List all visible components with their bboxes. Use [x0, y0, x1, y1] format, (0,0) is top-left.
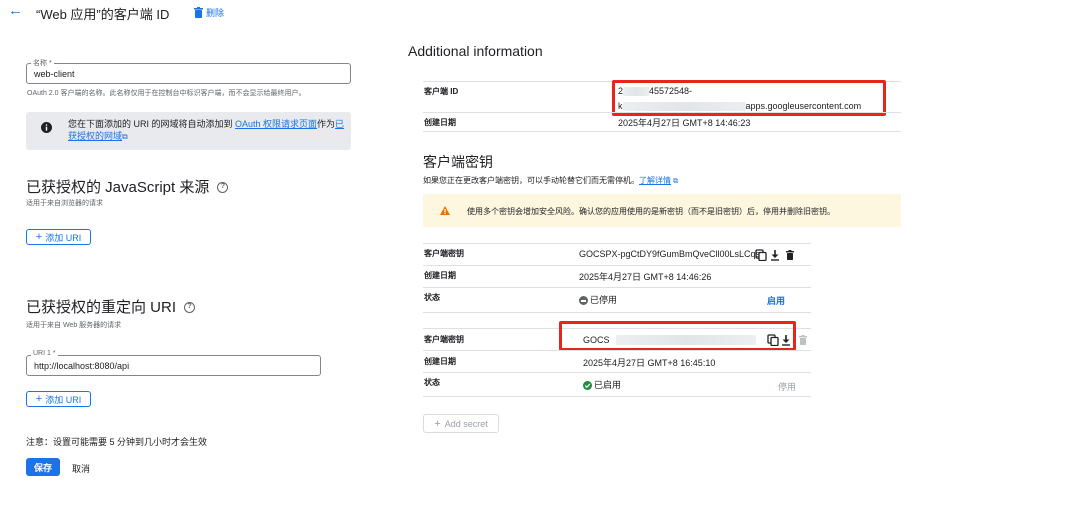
- info-text-part: 您在下面添加的 URI 的网域将自动添加到: [68, 119, 236, 129]
- divider: [423, 265, 811, 266]
- divider: [423, 131, 901, 132]
- note-text: 注意：设置可能需要 5 分钟到几小时才会生效: [26, 437, 208, 447]
- info-text: 您在下面添加的 URI 的网域将自动添加到 OAuth 权限请求页面作为已 获授…: [68, 118, 346, 143]
- help-icon[interactable]: ?: [217, 182, 229, 194]
- add-secret-label: Add secret: [444, 418, 488, 429]
- secret-key: 客户端密钥: [424, 335, 464, 344]
- divider: [423, 350, 811, 351]
- secret-key: 客户端密钥: [424, 249, 464, 258]
- help-icon[interactable]: ?: [184, 302, 196, 314]
- external-link-icon: ⧉: [673, 178, 678, 185]
- created-value: 2025年4月27日 GMT+8 14:46:26: [579, 272, 712, 282]
- redirect-title: 已获授权的重定向 URI: [26, 299, 177, 316]
- delete-button[interactable]: 删除: [194, 4, 224, 20]
- name-field[interactable]: web-client: [26, 63, 351, 84]
- plus-icon: +: [35, 231, 43, 243]
- divider: [423, 112, 901, 113]
- redirect-heading: 已获授权的重定向 URI?: [26, 296, 196, 317]
- plus-icon: +: [35, 393, 43, 405]
- secret-value: GOCSPX-pgCtDY9fGumBmQveCll00LsLCqs: [579, 249, 761, 259]
- created-key: 创建日期: [424, 357, 456, 366]
- created-key: 创建日期: [424, 118, 456, 127]
- plus-icon: +: [434, 417, 441, 430]
- highlight-box: [612, 80, 886, 116]
- add-redirect-uri-button[interactable]: + 添加 URI: [26, 391, 91, 407]
- page-title: “Web 应用”的客户端 ID: [36, 7, 170, 22]
- external-link-icon: ⧉: [122, 132, 128, 141]
- status-key: 状态: [424, 378, 440, 387]
- top-bar: ← “Web 应用”的客户端 ID 删除: [0, 0, 1080, 26]
- name-label: 名称 *: [31, 58, 54, 68]
- authorized-domains-link-a[interactable]: 已: [335, 119, 344, 129]
- download-icon[interactable]: [769, 249, 781, 261]
- add-js-origin-button[interactable]: + 添加 URI: [26, 229, 91, 245]
- warning-icon: [440, 206, 450, 215]
- secrets-title: 客户端密钥: [423, 154, 493, 170]
- trash-icon: [194, 6, 203, 18]
- js-origins-heading: 已获授权的 JavaScript 来源?: [26, 176, 229, 197]
- add-secret-button[interactable]: + Add secret: [423, 414, 499, 433]
- status-badge: 已启用: [583, 378, 621, 391]
- js-origins-hint: 适用于来自浏览器的请求: [26, 200, 103, 207]
- copy-icon[interactable]: [755, 249, 767, 261]
- learn-more-link[interactable]: 了解详情: [639, 176, 671, 185]
- enable-button[interactable]: 启用: [767, 294, 785, 307]
- redirect-hint: 适用于来自 Web 服务器的请求: [26, 322, 122, 329]
- name-value: web-client: [34, 69, 75, 79]
- additional-info-title: Additional information: [408, 43, 543, 59]
- check-circle-icon: [583, 381, 592, 391]
- created-value: 2025年4月27日 GMT+8 14:46:23: [618, 118, 751, 128]
- warning-banner: 使用多个密钥会增加安全风险。确认您的应用使用的是新密钥（而不是旧密钥）后，停用并…: [423, 194, 901, 227]
- created-key: 创建日期: [424, 271, 456, 280]
- status-value: 已启用: [594, 380, 622, 390]
- add-uri-label: 添加 URI: [45, 232, 82, 243]
- cancel-button[interactable]: 取消: [72, 462, 90, 475]
- warning-text: 使用多个密钥会增加安全风险。确认您的应用使用的是新密钥（而不是旧密钥）后，停用并…: [467, 207, 835, 216]
- uri-field[interactable]: http://localhost:8080/api: [26, 355, 321, 376]
- name-hint: OAuth 2.0 客户端的名称。此名称仅用于在控制台中标识客户端，而不会显示给…: [27, 90, 306, 97]
- info-text-part: 作为: [317, 119, 336, 129]
- delete-label: 删除: [206, 7, 225, 18]
- status-badge: 已停用: [579, 293, 617, 306]
- disabled-icon: [579, 296, 588, 306]
- divider: [423, 243, 811, 244]
- secrets-desc-text: 如果您正在更改客户端密钥，可以手动轮替它们而无需停机。: [423, 176, 639, 185]
- divider: [423, 372, 811, 373]
- status-key: 状态: [424, 293, 440, 302]
- trash-icon[interactable]: [784, 249, 796, 261]
- client-id-key: 客户端 ID: [424, 87, 459, 96]
- highlight-box: [559, 321, 796, 351]
- consent-screen-link[interactable]: OAuth 权限请求页面: [235, 119, 317, 129]
- save-button[interactable]: 保存: [26, 458, 60, 476]
- info-box: 您在下面添加的 URI 的网域将自动添加到 OAuth 权限请求页面作为已 获授…: [26, 112, 351, 150]
- divider: [423, 287, 811, 288]
- js-origins-title: 已获授权的 JavaScript 来源: [26, 179, 210, 196]
- divider: [423, 312, 811, 313]
- uri-value: http://localhost:8080/api: [34, 361, 130, 371]
- disable-button[interactable]: 停用: [778, 380, 796, 393]
- info-icon: [41, 122, 52, 133]
- add-uri-label: 添加 URI: [45, 394, 82, 405]
- status-value: 已停用: [590, 295, 618, 305]
- trash-icon[interactable]: [797, 334, 809, 346]
- authorized-domains-link-b[interactable]: 获授权的网域: [68, 131, 122, 141]
- created-value: 2025年4月27日 GMT+8 16:45:10: [583, 358, 716, 368]
- uri-label: URI 1 *: [31, 350, 58, 357]
- divider: [423, 396, 811, 397]
- secrets-desc: 如果您正在更改客户端密钥，可以手动轮替它们而无需停机。了解详情 ⧉: [423, 175, 678, 186]
- arrow-back-icon[interactable]: ←: [8, 3, 23, 19]
